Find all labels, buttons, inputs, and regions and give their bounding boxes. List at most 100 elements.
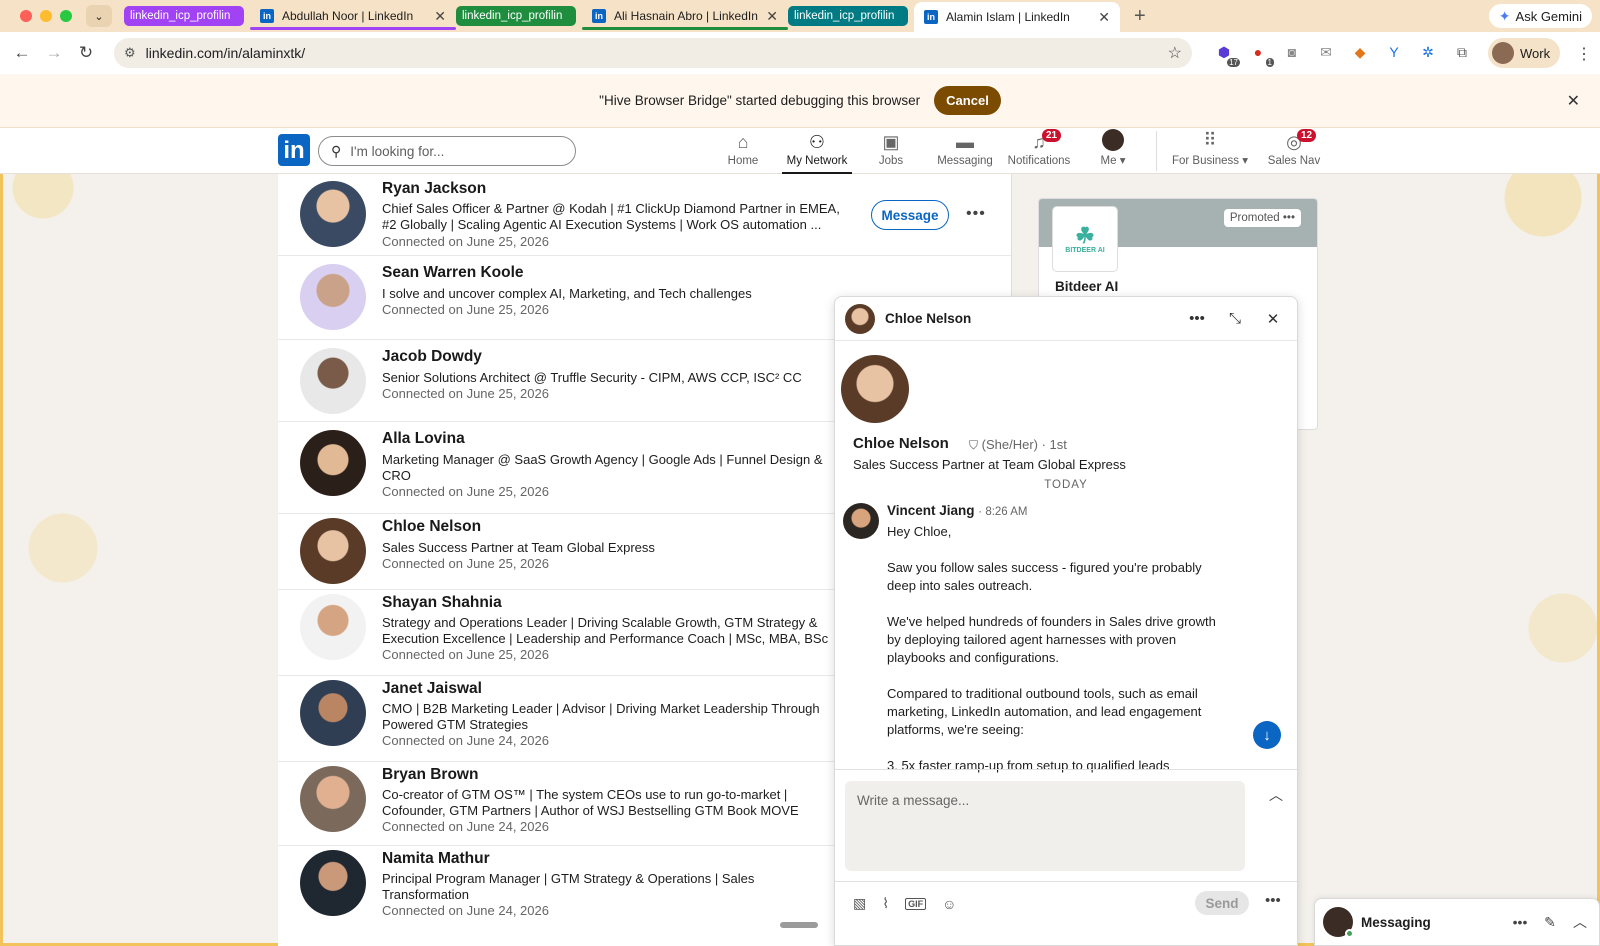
close-tab-icon[interactable]: ✕	[434, 8, 446, 25]
forward-arrow-icon[interactable]: →	[38, 43, 70, 63]
new-tab-button[interactable]: +	[1134, 5, 1146, 28]
message-paragraph: Hey Chloe,	[887, 524, 952, 539]
avatar[interactable]	[300, 680, 366, 746]
metamask-fox-icon[interactable]: ◆	[1348, 40, 1372, 64]
image-attach-icon[interactable]: ▧	[853, 895, 866, 912]
extension-gear-icon[interactable]: ✲	[1416, 40, 1440, 64]
send-button[interactable]: Send	[1195, 891, 1249, 915]
mail-icon[interactable]: ✉	[1314, 40, 1338, 64]
tab-group-label-1[interactable]: linkedin_icp_profilin	[124, 6, 244, 26]
day-divider: TODAY	[1044, 479, 1088, 491]
emoji-icon[interactable]: ☺	[942, 896, 956, 912]
nav-for-business[interactable]: ⠿ For Business ▾	[1163, 128, 1257, 174]
zoom-window-button[interactable]	[60, 10, 72, 22]
message-input[interactable]: Write a message...	[845, 781, 1245, 871]
tab-group-label-2[interactable]: linkedin_icp_profilin	[456, 6, 576, 26]
bookmark-star-icon[interactable]: ☆	[1168, 43, 1182, 63]
linkedin-search-input[interactable]: ⚲ I'm looking for...	[318, 136, 576, 166]
promo-company-name[interactable]: Bitdeer AI	[1055, 279, 1118, 294]
connection-headline: Senior Solutions Architect @ Truffle Sec…	[382, 370, 802, 385]
list-scroll-handle[interactable]	[780, 922, 818, 928]
nav-messaging[interactable]: ▬ Messaging	[928, 128, 1002, 174]
linkedin-favicon-icon: in	[260, 9, 274, 23]
close-window-button[interactable]	[20, 10, 32, 22]
extension-hexagon-icon[interactable]: ⬢ 17	[1212, 40, 1240, 67]
connection-name[interactable]: Bryan Brown	[382, 766, 478, 784]
tab-alamin-islam[interactable]: in Alamin Islam | LinkedIn ✕	[914, 2, 1120, 32]
avatar[interactable]	[300, 518, 366, 584]
avatar[interactable]	[300, 766, 366, 832]
tab-abdullah-noor[interactable]: in Abdullah Noor | LinkedIn ✕	[250, 0, 456, 32]
minimize-chat-icon[interactable]: ⤡	[1221, 310, 1249, 327]
site-settings-icon[interactable]: ⚙	[124, 45, 136, 61]
extension-y-icon[interactable]: Y	[1382, 40, 1406, 64]
address-bar[interactable]: ⚙ linkedin.com/in/alaminxtk/ ☆	[114, 38, 1192, 68]
bitdeer-logo: ☘ BITDEER AI	[1053, 207, 1117, 271]
back-arrow-icon[interactable]: ←	[6, 43, 38, 63]
tab-search-button[interactable]: ⌄	[86, 5, 112, 27]
gif-icon[interactable]: GIF	[905, 897, 927, 910]
url-text[interactable]: linkedin.com/in/alaminxtk/	[146, 45, 1168, 61]
ask-gemini-button[interactable]: ✦ Ask Gemini	[1488, 4, 1592, 28]
messaging-title[interactable]: Messaging	[1361, 915, 1501, 930]
reload-icon[interactable]: ↻	[70, 43, 102, 63]
avatar[interactable]	[300, 594, 366, 660]
connection-headline: Principal Program Manager | GTM Strategy…	[382, 871, 755, 902]
more-options-icon[interactable]: •••	[1265, 892, 1281, 909]
chat-title[interactable]: Chloe Nelson	[885, 311, 1173, 326]
puzzle-extensions-icon[interactable]: ⧉	[1450, 40, 1474, 64]
connection-name[interactable]: Chloe Nelson	[382, 518, 481, 536]
messaging-dock[interactable]: Messaging ••• ✎ ︿	[1314, 898, 1600, 946]
connection-name[interactable]: Alla Lovina	[382, 430, 465, 448]
more-options-icon[interactable]: •••	[966, 205, 986, 223]
close-infobar-icon[interactable]: ✕	[1567, 91, 1580, 111]
linkedin-logo[interactable]: in	[278, 134, 310, 166]
nav-sales-nav[interactable]: ◎ 12 Sales Nav	[1257, 128, 1331, 174]
list-item[interactable]: Ryan Jackson Chief Sales Officer & Partn…	[278, 174, 1011, 256]
profile-chip[interactable]: Work	[1488, 38, 1561, 68]
message-button[interactable]: Message	[871, 200, 949, 230]
tab-ali-hasnain-abro[interactable]: in Ali Hasnain Abro | LinkedIn ✕	[582, 0, 788, 32]
minimize-window-button[interactable]	[40, 10, 52, 22]
extension-red-icon[interactable]: ● 1	[1246, 40, 1274, 67]
connection-name[interactable]: Jacob Dowdy	[382, 348, 482, 366]
sender-name[interactable]: Vincent Jiang	[887, 503, 975, 518]
browser-menu-icon[interactable]: ⋮	[1576, 44, 1592, 64]
camera-icon[interactable]: ◙	[1280, 40, 1304, 64]
connection-name[interactable]: Namita Mathur	[382, 850, 490, 868]
sender-avatar[interactable]	[843, 503, 879, 539]
profile-name[interactable]: Chloe Nelson	[853, 435, 949, 452]
nav-notifications[interactable]: ♫ 21 Notifications	[1002, 128, 1076, 174]
connection-name[interactable]: Ryan Jackson	[382, 180, 486, 198]
avatar[interactable]	[300, 430, 366, 496]
compose-new-message-icon[interactable]: ✎	[1539, 914, 1561, 931]
close-tab-icon[interactable]: ✕	[766, 8, 778, 25]
nav-my-network[interactable]: ⚇ My Network	[780, 128, 854, 174]
connection-name[interactable]: Janet Jaiswal	[382, 680, 482, 698]
jump-to-latest-button[interactable]: ↓	[1253, 721, 1281, 749]
connection-name[interactable]: Sean Warren Koole	[382, 264, 524, 282]
avatar[interactable]	[300, 181, 366, 247]
more-options-icon[interactable]: •••	[1183, 310, 1211, 327]
chat-header[interactable]: Chloe Nelson ••• ⤡ ✕	[835, 297, 1297, 341]
nav-me[interactable]: Me ▾	[1076, 128, 1150, 174]
attachment-clip-icon[interactable]: ⌇	[882, 895, 889, 912]
connection-name[interactable]: Shayan Shahnia	[382, 594, 502, 612]
avatar[interactable]	[300, 264, 366, 330]
nav-home[interactable]: ⌂ Home	[706, 128, 780, 174]
close-icon[interactable]: ✕	[1259, 310, 1287, 328]
tab-group-label-3[interactable]: linkedin_icp_profilin	[788, 6, 908, 26]
close-tab-icon[interactable]: ✕	[1098, 9, 1110, 26]
avatar[interactable]	[300, 850, 366, 916]
profile-name-text: Chloe Nelson	[853, 435, 949, 452]
more-options-icon[interactable]: •••	[1509, 914, 1531, 930]
chevron-up-icon[interactable]: ︿	[1569, 912, 1591, 932]
extension-badge: 1	[1265, 58, 1274, 67]
cancel-debugging-button[interactable]: Cancel	[934, 86, 1001, 115]
expand-compose-icon[interactable]: ︿	[1269, 785, 1283, 805]
nav-jobs[interactable]: ▣ Jobs	[854, 128, 928, 174]
more-options-icon[interactable]: •••	[1283, 212, 1295, 224]
avatar[interactable]	[300, 348, 366, 414]
tab-title: Abdullah Noor | LinkedIn	[282, 9, 414, 23]
profile-avatar[interactable]	[841, 355, 909, 423]
